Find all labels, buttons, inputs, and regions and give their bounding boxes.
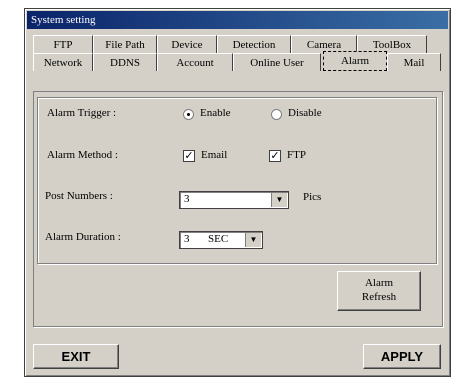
alarm-refresh-label-line1: Alarm	[364, 277, 394, 289]
checkmark-icon: ✓	[270, 150, 280, 162]
alarm-duration-select[interactable]: 3 SEC ▼	[179, 231, 263, 249]
tab-file-path[interactable]: File Path	[93, 35, 157, 53]
tab-device[interactable]: Device	[157, 35, 217, 53]
disable-radio[interactable]	[271, 109, 282, 120]
post-numbers-value: 3	[184, 193, 190, 205]
tab-ftp[interactable]: FTP	[33, 35, 93, 53]
tab-online-user[interactable]: Online User	[233, 53, 321, 71]
alarm-duration-unit: SEC	[208, 233, 229, 245]
tab-mail[interactable]: Mail	[387, 53, 441, 71]
tab-ddns[interactable]: DDNS	[93, 53, 157, 71]
alarm-refresh-button[interactable]: Alarm Refresh	[337, 271, 421, 311]
alarm-refresh-label-line2: Refresh	[361, 291, 397, 303]
chevron-down-icon[interactable]: ▼	[245, 233, 261, 247]
alarm-method-label: Alarm Method :	[47, 149, 118, 161]
ftp-checkbox[interactable]: ✓	[269, 150, 281, 162]
tab-alarm[interactable]: Alarm	[323, 51, 387, 71]
apply-button[interactable]: APPLY	[363, 344, 441, 369]
chevron-down-icon[interactable]: ▼	[271, 193, 287, 207]
enable-radio[interactable]	[183, 109, 194, 120]
title-bar: System setting	[27, 11, 448, 29]
tab-account[interactable]: Account	[157, 53, 233, 71]
tab-network[interactable]: Network	[33, 53, 93, 71]
alarm-duration-label: Alarm Duration :	[45, 231, 121, 243]
post-numbers-unit: Pics	[303, 191, 322, 203]
system-setting-window: System setting FTP File Path Device Dete…	[24, 8, 451, 377]
post-numbers-label: Post Numbers :	[45, 190, 113, 202]
email-checkbox-label: Email	[201, 149, 228, 161]
alarm-trigger-label: Alarm Trigger :	[47, 107, 117, 119]
post-numbers-select[interactable]: 3 ▼	[179, 191, 289, 209]
checkmark-icon: ✓	[184, 150, 194, 162]
ftp-checkbox-label: FTP	[287, 149, 306, 161]
tab-detection[interactable]: Detection	[217, 35, 291, 53]
exit-button[interactable]: EXIT	[33, 344, 119, 369]
alarm-duration-value: 3	[184, 233, 190, 245]
enable-radio-label: Enable	[200, 107, 231, 119]
email-checkbox[interactable]: ✓	[183, 150, 195, 162]
disable-radio-label: Disable	[288, 107, 322, 119]
